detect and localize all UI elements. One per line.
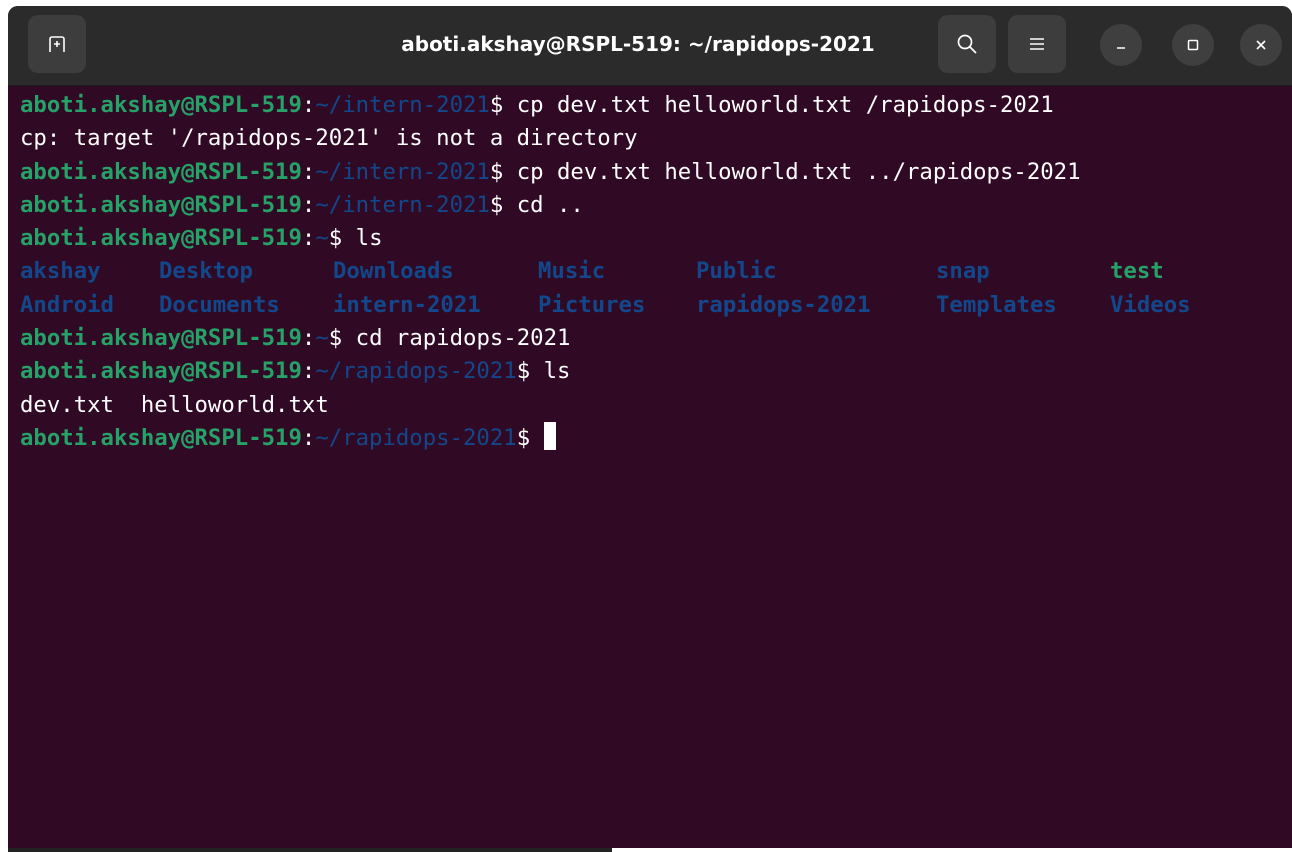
ls-entry: Music <box>538 258 606 285</box>
close-icon <box>1256 40 1266 50</box>
ls-entry: Public <box>696 258 777 285</box>
ls-entry: Videos <box>1110 291 1191 318</box>
ls-entry: Android <box>20 291 114 318</box>
prompt-separator: : <box>301 325 316 352</box>
prompt-user-host: aboti.akshay@RSPL-519 <box>20 225 302 252</box>
bottom-edge <box>8 848 612 852</box>
ls-entry: snap <box>936 258 990 285</box>
minimize-button[interactable] <box>1100 24 1142 66</box>
title-bar[interactable]: aboti.akshay@RSPL-519: ~/rapidops-2021 <box>8 6 1292 86</box>
minimize-icon <box>1117 47 1125 49</box>
prompt-separator: : <box>301 225 316 252</box>
prompt-path: ~ <box>315 225 329 252</box>
prompt-user-host: aboti.akshay@RSPL-519 <box>20 191 302 218</box>
command-text: cp dev.txt helloworld.txt /rapidops-2021 <box>516 92 1054 118</box>
ls-entry: rapidops-2021 <box>696 291 871 318</box>
prompt-path: ~/intern-2021 <box>315 158 490 185</box>
prompt-user-host: aboti.akshay@RSPL-519 <box>20 358 302 385</box>
output-text: cp: target '/rapidops-2021' is not a dir… <box>20 125 638 152</box>
terminal-output[interactable]: aboti.akshay@RSPL-519:~/intern-2021$ cp … <box>8 86 1292 848</box>
prompt-symbol: $ <box>489 92 517 118</box>
ls-entry: Desktop <box>159 258 253 285</box>
prompt-line: aboti.akshay@RSPL-519:~$ cd rapidops-202… <box>20 322 1292 355</box>
ls-entry: akshay <box>20 258 101 285</box>
ls-entry: Documents <box>159 291 280 318</box>
terminal-window: aboti.akshay@RSPL-519: ~/rapidops-2021 a… <box>8 6 1292 848</box>
prompt-user-host: aboti.akshay@RSPL-519 <box>20 158 302 185</box>
maximize-icon <box>1187 39 1199 51</box>
new-tab-button[interactable] <box>28 15 86 73</box>
close-button[interactable] <box>1240 24 1282 66</box>
text-cursor <box>543 421 556 450</box>
prompt-user-host: aboti.akshay@RSPL-519 <box>20 424 302 451</box>
prompt-path: ~/intern-2021 <box>315 191 490 218</box>
ls-entry: Pictures <box>538 291 646 318</box>
prompt-separator: : <box>301 92 316 118</box>
search-icon <box>957 34 977 54</box>
new-tab-icon <box>49 36 65 52</box>
output-text: dev.txt helloworld.txt <box>20 391 329 418</box>
prompt-symbol: $ <box>516 358 544 385</box>
ls-entry: test <box>1110 258 1164 285</box>
command-text: cd .. <box>516 191 584 218</box>
prompt-separator: : <box>301 191 316 218</box>
maximize-button[interactable] <box>1172 24 1214 66</box>
prompt-symbol: $ <box>489 158 517 185</box>
menu-button[interactable] <box>1008 15 1066 73</box>
prompt-separator: : <box>301 358 316 385</box>
ls-entry: Templates <box>936 291 1057 318</box>
prompt-path: ~/rapidops-2021 <box>315 424 517 451</box>
prompt-user-host: aboti.akshay@RSPL-519 <box>20 325 302 352</box>
prompt-path: ~/rapidops-2021 <box>315 358 517 385</box>
ls-row: akshay Desktop Downloads Music Public snap tes… <box>20 255 1292 288</box>
prompt-line: aboti.akshay@RSPL-519:~/intern-2021$ cp … <box>20 156 1292 189</box>
search-button[interactable] <box>938 15 996 73</box>
output-line: cp: target '/rapidops-2021' is not a dir… <box>20 122 1292 155</box>
ls-entry: Downloads <box>333 258 454 285</box>
prompt-symbol: $ <box>328 325 356 352</box>
prompt-line: aboti.akshay@RSPL-519:~/intern-2021$ cd … <box>20 189 1292 222</box>
command-text: ls <box>543 358 571 385</box>
command-text: cp dev.txt helloworld.txt ../rapidops-20… <box>516 158 1081 185</box>
prompt-line: aboti.akshay@RSPL-519:~$ ls <box>20 222 1292 255</box>
ls-row: Android Documents intern-2021 Pictures rapid… <box>20 289 1292 322</box>
ls-entry: intern-2021 <box>333 291 481 318</box>
prompt-line: aboti.akshay@RSPL-519:~/rapidops-2021$ l… <box>20 355 1292 388</box>
command-text: cd rapidops-2021 <box>355 325 571 352</box>
prompt-symbol: $ <box>328 225 356 252</box>
prompt-symbol: $ <box>489 191 517 218</box>
prompt-line: aboti.akshay@RSPL-519:~/rapidops-2021$ <box>20 421 1292 455</box>
prompt-symbol: $ <box>516 424 544 451</box>
prompt-user-host: aboti.akshay@RSPL-519 <box>20 92 302 118</box>
prompt-path: ~ <box>315 325 329 352</box>
prompt-separator: : <box>301 424 316 451</box>
output-line: dev.txt helloworld.txt <box>20 389 1292 422</box>
command-text: ls <box>355 225 383 252</box>
hamburger-menu-icon <box>1030 38 1044 50</box>
window-title: aboti.akshay@RSPL-519: ~/rapidops-2021 <box>401 32 875 56</box>
prompt-path: ~/intern-2021 <box>315 92 490 118</box>
prompt-separator: : <box>301 158 316 185</box>
prompt-line: aboti.akshay@RSPL-519:~/intern-2021$ cp … <box>20 89 1292 122</box>
